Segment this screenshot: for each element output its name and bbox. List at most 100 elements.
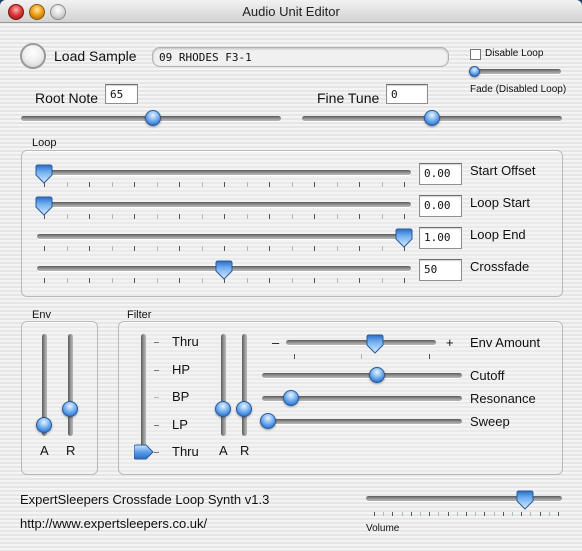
volume-tick	[512, 512, 513, 516]
load-sample-label: Load Sample	[54, 48, 137, 64]
loop-slider-tick	[291, 246, 293, 251]
cutoff-slider-knob[interactable]	[369, 367, 385, 383]
volume-tick	[374, 512, 375, 516]
filter-type-option[interactable]: BP	[172, 389, 189, 404]
loop-slider-tick	[269, 182, 270, 187]
loop-slider-knob[interactable]	[395, 228, 413, 248]
loop-slider-tick	[89, 214, 90, 219]
cutoff-slider-track[interactable]	[262, 373, 462, 378]
loop-slider-tick	[156, 278, 158, 283]
close-window-button[interactable]	[8, 4, 24, 20]
filter-group-label: Filter	[127, 309, 152, 321]
loop-slider-tick	[336, 246, 338, 251]
volume-tick	[401, 512, 403, 516]
loop-slider-tick	[201, 214, 203, 219]
env-slider-knob[interactable]	[62, 401, 78, 417]
volume-tick	[539, 512, 541, 516]
loop-slider-tick	[66, 214, 68, 219]
volume-slider-knob[interactable]	[516, 490, 534, 510]
loop-slider-tick	[111, 214, 113, 219]
loop-value-input[interactable]: 50	[419, 259, 462, 281]
loop-slider-tick	[291, 182, 293, 187]
volume-tick	[521, 512, 523, 516]
filter-env-slider-label: A	[219, 443, 228, 458]
volume-tick	[392, 512, 394, 516]
loop-slider-tick	[201, 246, 203, 251]
disable-loop-checkbox[interactable]	[470, 49, 481, 60]
filter-type-option[interactable]: Thru	[172, 444, 199, 459]
loop-value-input[interactable]: 0.00	[419, 195, 462, 217]
load-sample-button[interactable]	[20, 43, 46, 69]
filter-env-slider-track[interactable]	[242, 334, 247, 436]
filter-type-tick	[154, 397, 159, 398]
loop-slider-tick	[359, 214, 360, 219]
loop-slider-tick	[269, 214, 270, 219]
volume-tick	[447, 512, 449, 516]
loop-slider-knob[interactable]	[35, 196, 53, 216]
loop-slider-track[interactable]	[37, 202, 411, 207]
website-url[interactable]: http://www.expertsleepers.co.uk/	[20, 516, 207, 531]
filter-env-slider-track[interactable]	[221, 334, 226, 436]
loop-slider-tick	[224, 246, 225, 251]
env-amount-label: Env Amount	[470, 335, 541, 350]
loop-slider-tick	[224, 214, 225, 219]
env-slider-track[interactable]	[68, 334, 73, 436]
loop-value-input[interactable]: 0.00	[419, 163, 462, 185]
resonance-label: Resonance	[470, 391, 536, 406]
volume-tick	[438, 512, 440, 516]
root-note-input[interactable]: 65	[105, 84, 138, 104]
fade-slider-knob[interactable]	[469, 66, 480, 77]
fine-tune-input[interactable]: 0	[386, 84, 428, 104]
volume-tick	[475, 512, 477, 516]
root-note-slider-knob[interactable]	[145, 110, 161, 126]
volume-tick	[502, 512, 504, 516]
volume-tick	[484, 512, 486, 516]
filter-type-option[interactable]: Thru	[172, 334, 199, 349]
loop-slider-tick	[314, 214, 315, 219]
fade-slider-track[interactable]	[471, 69, 561, 74]
loop-slider-track[interactable]	[37, 234, 411, 239]
loop-slider-tick	[404, 182, 405, 187]
loop-slider-tick	[201, 278, 203, 283]
filter-env-slider-knob[interactable]	[215, 401, 231, 417]
env-amount-slider-knob[interactable]	[366, 334, 384, 354]
loop-slider-knob[interactable]	[35, 164, 53, 184]
loop-slider-tick	[224, 182, 225, 187]
loop-slider-tick	[291, 278, 293, 283]
loop-slider-label: Start Offset	[470, 163, 536, 178]
sweep-slider-track[interactable]	[262, 419, 462, 424]
loop-slider-tick	[246, 214, 248, 219]
loop-slider-knob[interactable]	[215, 260, 233, 280]
sweep-slider-knob[interactable]	[260, 413, 276, 429]
env-slider-knob[interactable]	[36, 417, 52, 433]
env-amount-plus-label: +	[446, 335, 454, 350]
loop-slider-tick	[336, 182, 338, 187]
env-amount-slider-track[interactable]	[286, 340, 436, 345]
filter-type-slider-knob[interactable]	[134, 444, 154, 460]
volume-tick	[383, 512, 385, 516]
fine-tune-slider-knob[interactable]	[424, 110, 440, 126]
fade-label: Fade (Disabled Loop)	[470, 84, 567, 95]
filter-env-slider-knob[interactable]	[236, 401, 252, 417]
loop-slider-track[interactable]	[37, 170, 411, 175]
loop-slider-label: Loop End	[470, 227, 526, 242]
minimize-window-button[interactable]	[29, 4, 45, 20]
volume-tick	[456, 512, 458, 516]
disable-loop-label: Disable Loop	[485, 48, 544, 59]
loop-slider-tick	[179, 182, 180, 187]
resonance-slider-knob[interactable]	[283, 390, 299, 406]
loop-slider-tick	[44, 246, 45, 251]
filter-type-option[interactable]: HP	[172, 362, 190, 377]
loop-slider-tick	[381, 278, 383, 283]
loop-value-input[interactable]: 1.00	[419, 227, 462, 249]
loop-slider-tick	[134, 214, 135, 219]
loop-slider-label: Loop Start	[470, 195, 530, 210]
volume-tick	[429, 512, 431, 516]
filter-type-option[interactable]: LP	[172, 417, 188, 432]
zoom-window-button[interactable]	[50, 4, 66, 20]
loop-slider-tick	[44, 278, 45, 283]
loop-slider-tick	[66, 278, 68, 283]
volume-tick	[420, 512, 421, 516]
filter-type-slider-track[interactable]	[141, 334, 146, 454]
volume-tick	[466, 512, 467, 516]
